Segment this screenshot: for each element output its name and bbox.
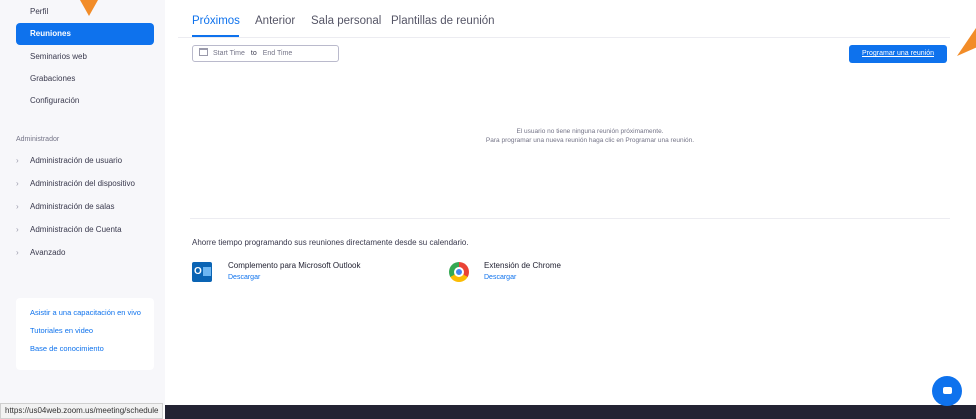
tab-meeting-templates[interactable]: Plantillas de reunión [391,15,495,27]
help-box: Asistir a una capacitación en vivo Tutor… [16,298,154,370]
sidebar-item-webinars[interactable]: Seminarios web [16,46,154,68]
date-range-picker[interactable]: Start Time to End Time [192,45,339,62]
chrome-extension-name: Extensión de Chrome [484,261,561,270]
calendar-icon [199,48,208,56]
admin-item-rooms[interactable]: › Administración de salas [16,199,114,215]
help-link-video-tutorials[interactable]: Tutoriales en video [30,326,140,335]
empty-state-message: El usuario no tiene ninguna reunión próx… [516,128,664,135]
status-bar-url: https://us04web.zoom.us/meeting/schedule [0,403,164,419]
sidebar-item-meetings[interactable]: Reuniones [16,23,154,45]
annotation-arrow-icon [957,28,976,56]
help-link-live-training[interactable]: Asistir a una capacitación en vivo [30,308,141,317]
admin-item-devices[interactable]: › Administración del dispositivo [16,176,135,192]
outlook-download-link[interactable]: Descargar [228,274,260,281]
chevron-right-icon: › [16,156,19,165]
chat-bubble-icon [943,387,952,394]
admin-item-account[interactable]: › Administración de Cuenta [16,222,122,238]
tab-upcoming[interactable]: Próximos [192,15,240,27]
admin-item-label: Administración de usuario [30,156,123,165]
admin-item-users[interactable]: › Administración de usuario [16,153,122,169]
chat-button[interactable] [932,376,962,406]
chevron-right-icon: › [16,248,19,257]
sidebar-item-settings[interactable]: Configuración [16,90,154,112]
start-time-field[interactable]: Start Time [213,50,245,57]
tab-previous[interactable]: Anterior [255,15,295,27]
chrome-icon [449,262,469,282]
outlook-icon: O [192,262,212,282]
calendar-promo-title: Ahorre tiempo programando sus reuniones … [192,238,469,247]
sidebar-item-recordings[interactable]: Grabaciones [16,68,154,90]
date-range-separator: to [250,50,257,57]
chevron-right-icon: › [16,225,19,234]
empty-state-hint: Para programar una nueva reunión haga cl… [485,137,695,144]
section-divider [190,218,950,219]
footer-bar [165,405,976,419]
tab-personal-room[interactable]: Sala personal [311,15,381,27]
end-time-field[interactable]: End Time [263,50,293,57]
admin-item-advanced[interactable]: › Avanzado [16,245,65,261]
admin-heading: Administrador [16,136,60,143]
tab-divider [178,37,950,38]
annotation-arrow-icon [80,0,98,16]
admin-item-label: Administración del dispositivo [30,179,135,188]
schedule-meeting-button[interactable]: Programar una reunión [849,45,947,63]
admin-item-label: Administración de salas [30,202,115,211]
sidebar: Perfil Reuniones Seminarios web Grabacio… [0,0,165,405]
help-link-knowledge-base[interactable]: Base de conocimiento [30,344,140,353]
chevron-right-icon: › [16,179,19,188]
admin-item-label: Avanzado [30,248,66,257]
outlook-plugin-name: Complemento para Microsoft Outlook [228,261,361,270]
chevron-right-icon: › [16,202,19,211]
admin-item-label: Administración de Cuenta [30,225,122,234]
chrome-download-link[interactable]: Descargar [484,274,516,281]
